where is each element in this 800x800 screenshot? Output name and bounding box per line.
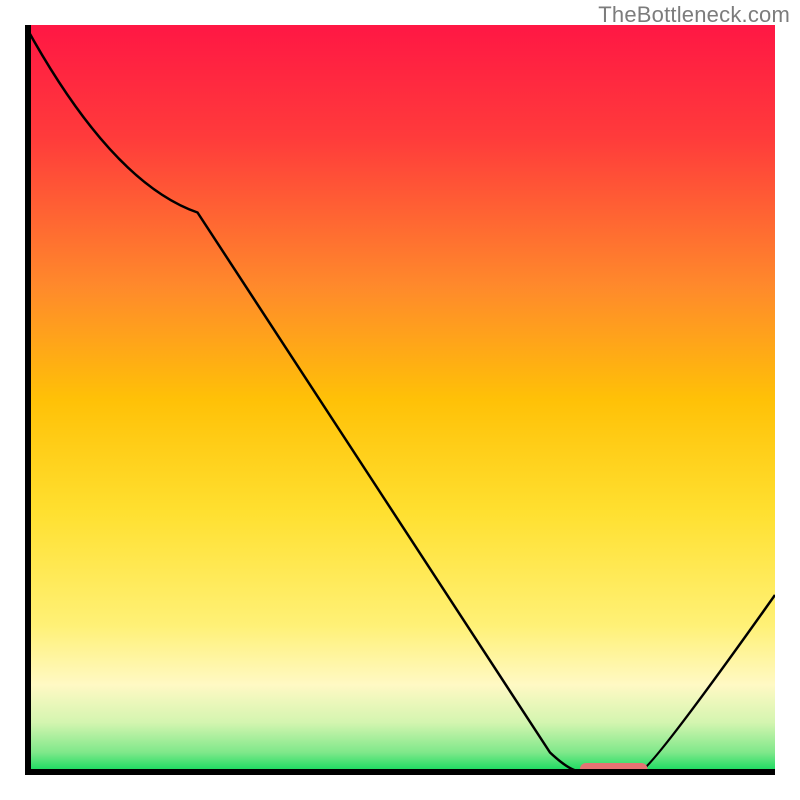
chart-svg [25,25,775,775]
watermark-text: TheBottleneck.com [598,2,790,28]
chart-background-gradient [25,25,775,775]
chart-plot-area [25,25,775,775]
